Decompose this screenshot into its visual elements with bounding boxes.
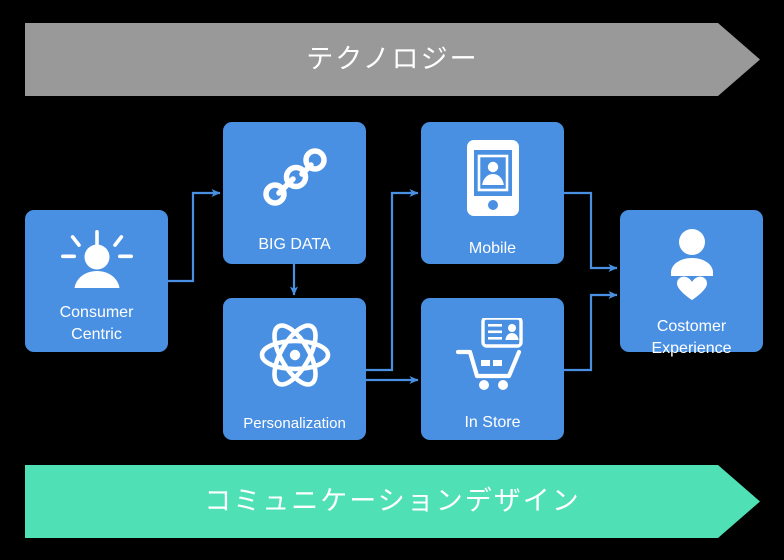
node-costomer-experience-label-line2: Experience (651, 339, 732, 357)
connector-mobile-to-experience (561, 191, 618, 272)
node-consumer-centric[interactable]: Consumer Centric (25, 210, 168, 352)
banner-communication-design-label: コミュニケーションデザイン (204, 486, 581, 517)
banner-communication-design: コミュニケーションデザイン (25, 465, 760, 538)
smartphone-contact-icon (466, 140, 519, 216)
node-costomer-experience-label-line1: Costomer (656, 318, 727, 335)
connected-nodes-icon (262, 146, 328, 208)
node-personalization-label: Personalization (243, 415, 346, 432)
connector-instore-to-experience (561, 291, 618, 372)
node-mobile[interactable]: Mobile (421, 122, 564, 264)
banner-technology: テクノロジー (25, 23, 760, 96)
node-big-data[interactable]: BIG DATA (223, 122, 366, 264)
node-costomer-experience-label: Costomer Experience (620, 316, 763, 359)
shopping-cart-id-card-icon (455, 318, 531, 390)
node-consumer-centric-label-line2: Centric (71, 325, 122, 343)
node-consumer-centric-label-line1: Consumer (59, 304, 134, 321)
person-with-rays-icon (60, 230, 133, 288)
diagram-canvas: テクノロジー Consumer Centric BIG DATA Persona… (0, 0, 784, 560)
node-in-store[interactable]: In Store (421, 298, 564, 440)
atom-icon (259, 320, 331, 390)
node-in-store-label: In Store (464, 414, 521, 431)
connector-personalization-to-mobile (363, 189, 419, 372)
banner-technology-label: テクノロジー (306, 44, 479, 75)
node-costomer-experience[interactable]: Costomer Experience (620, 210, 763, 357)
connector-consumer-to-bigdata (168, 189, 221, 283)
person-with-heart-icon (663, 228, 721, 300)
node-consumer-centric-label: Consumer Centric (25, 302, 168, 345)
node-big-data-label: BIG DATA (258, 236, 331, 253)
node-mobile-label: Mobile (468, 240, 517, 257)
node-personalization[interactable]: Personalization (223, 298, 366, 440)
